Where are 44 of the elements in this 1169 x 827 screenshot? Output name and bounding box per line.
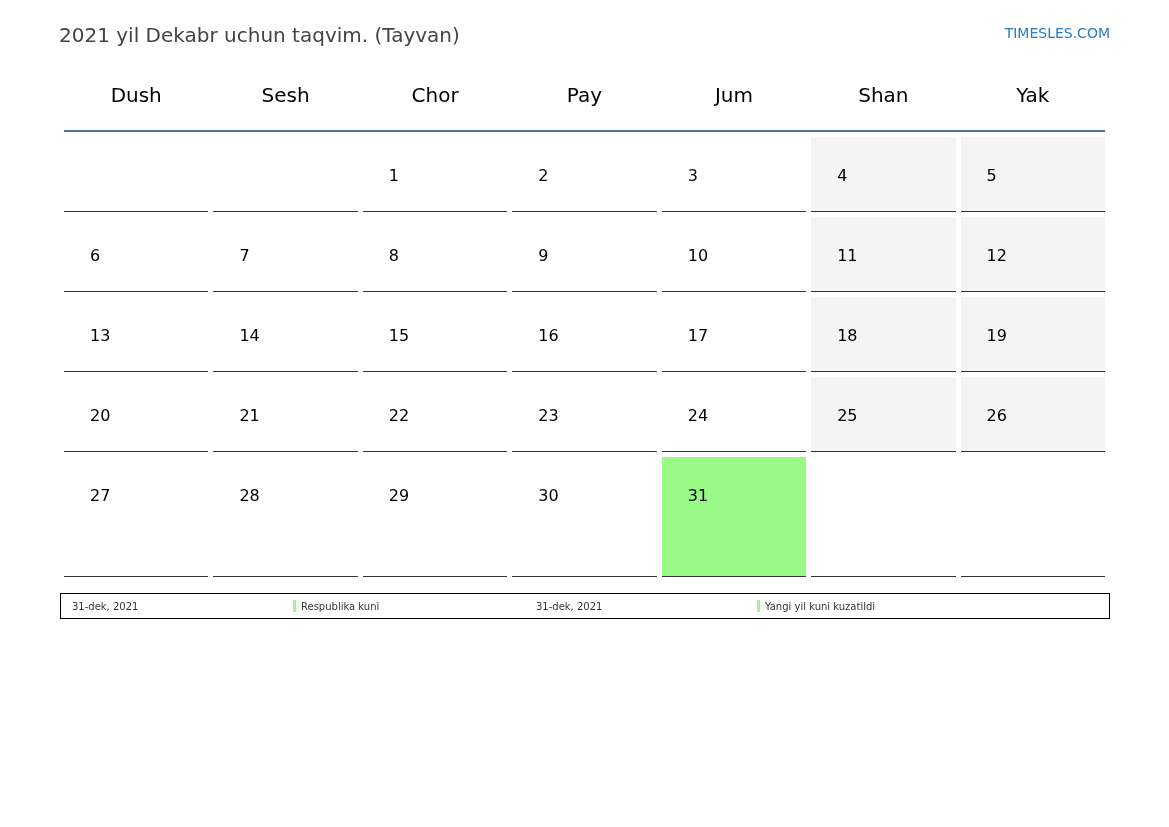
legend-date: 31-dek, 2021 — [72, 599, 140, 614]
day-number: 21 — [239, 406, 260, 425]
day-number: 24 — [687, 406, 709, 425]
day-number: 4 — [837, 166, 848, 185]
weekday-header: Sesh — [261, 82, 310, 109]
day-number: 11 — [837, 246, 858, 265]
calendar-title: 2021 yil Dekabr uchun taqvim. (Tayvan) — [59, 22, 460, 49]
day-number: 31 — [687, 486, 709, 505]
day-number: 5 — [986, 166, 997, 185]
day-number: 28 — [239, 486, 260, 505]
day-number: 16 — [538, 326, 559, 345]
weekday-header: Pay — [566, 82, 603, 109]
site-link[interactable]: TIMESLES.COM — [1004, 23, 1110, 44]
weekday-header: Jum — [714, 82, 753, 109]
day-number: 20 — [90, 406, 111, 425]
day-number: 7 — [239, 246, 250, 265]
day-number: 22 — [388, 406, 410, 425]
day-number: 29 — [388, 486, 410, 505]
legend-date: 31-dek, 2021 — [536, 599, 604, 614]
day-number: 17 — [687, 326, 709, 345]
weekday-header: Dush — [110, 82, 162, 109]
weekday-header: Yak — [1016, 82, 1050, 109]
day-number: 19 — [986, 326, 1007, 345]
day-number: 15 — [388, 326, 410, 345]
day-number: 26 — [986, 406, 1007, 425]
day-number: 9 — [538, 246, 549, 265]
day-number: 13 — [90, 326, 111, 345]
day-number: 3 — [687, 166, 698, 185]
day-number: 30 — [538, 486, 559, 505]
weekday-header: Shan — [858, 82, 909, 109]
day-number: 25 — [837, 406, 858, 425]
day-number: 2 — [538, 166, 549, 185]
day-number: 14 — [239, 326, 260, 345]
day-number: 18 — [837, 326, 858, 345]
day-number: 8 — [388, 246, 400, 265]
day-number: 23 — [538, 406, 559, 425]
day-number: 6 — [90, 246, 101, 265]
day-number: 1 — [388, 166, 400, 185]
day-number: 10 — [687, 246, 709, 265]
weekday-header: Chor — [411, 82, 459, 109]
legend-holiday-name: Yangi yil kuni kuzatildi — [765, 599, 876, 614]
legend-holiday-name: Respublika kuni — [301, 599, 380, 614]
day-number: 12 — [986, 246, 1007, 265]
day-number: 27 — [90, 486, 111, 505]
